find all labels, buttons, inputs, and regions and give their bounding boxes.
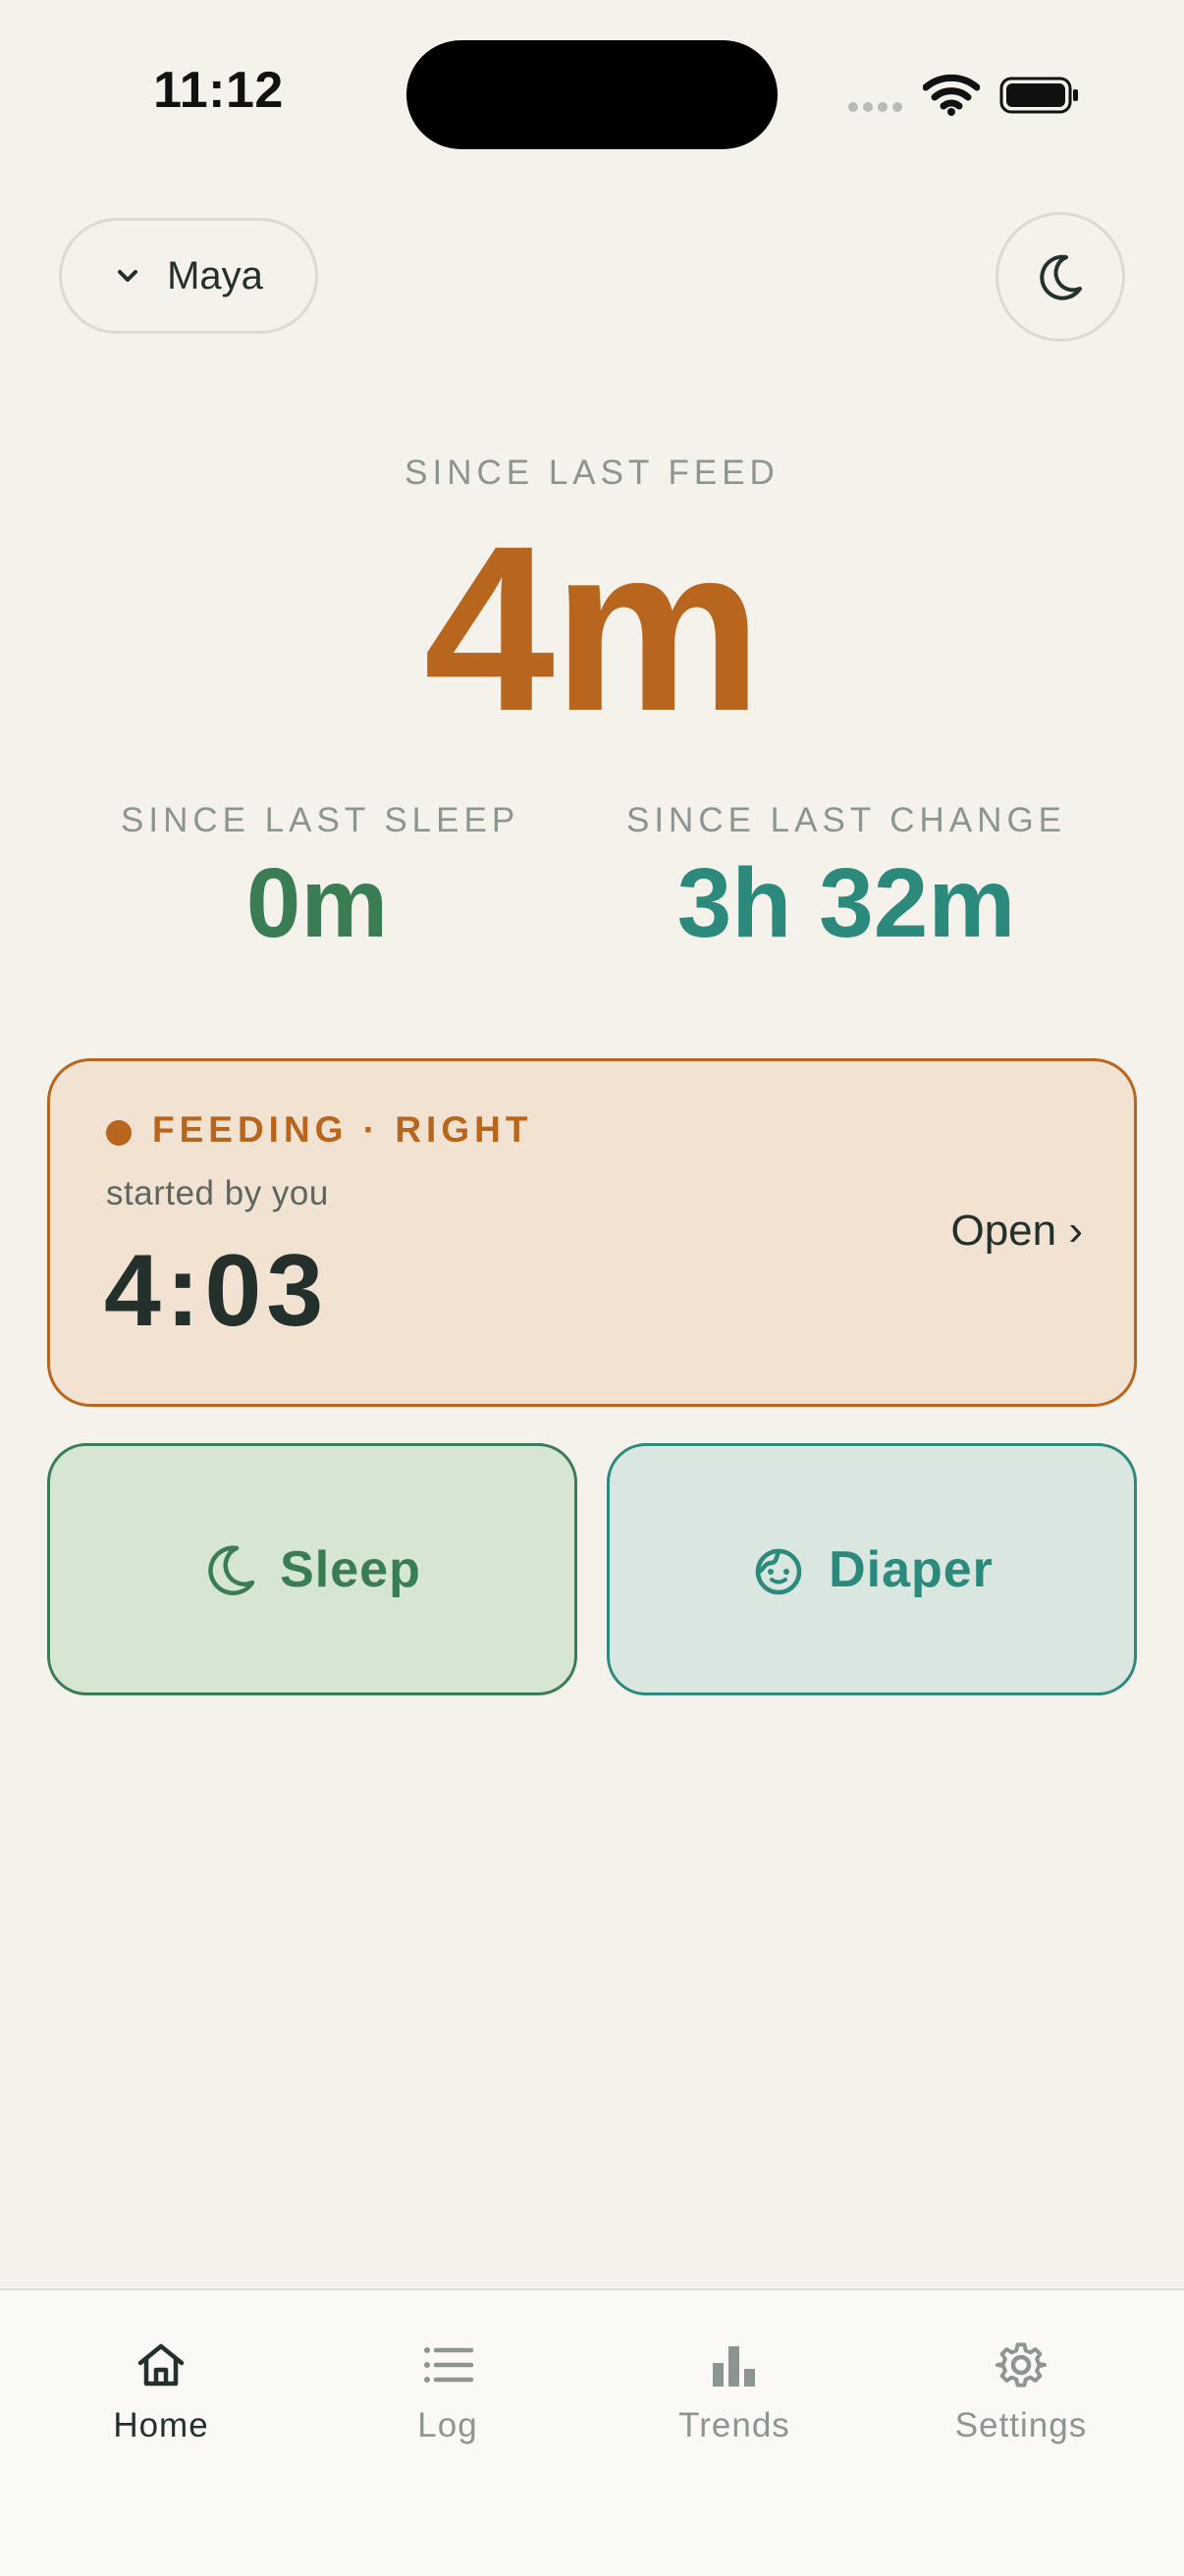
- since-last-change-value: 3h 32m: [676, 848, 1016, 958]
- since-last-sleep-label: SINCE LAST SLEEP: [121, 801, 520, 839]
- baby-selector-button[interactable]: Maya: [59, 218, 318, 334]
- moon-icon: [1040, 254, 1082, 300]
- night-mode-button[interactable]: [996, 212, 1125, 342]
- active-feeding-card[interactable]: FEEDING · RIGHT started by you 4:03 Open…: [47, 1058, 1137, 1407]
- status-time: 11:12: [153, 62, 284, 119]
- feeding-session-title: FEEDING · RIGHT: [152, 1109, 533, 1150]
- cellular-signal-icon: [848, 102, 902, 112]
- baby-face-icon: [755, 1548, 802, 1594]
- since-last-feed-label: SINCE LAST FEED: [404, 454, 780, 492]
- tab-log-label: Log: [417, 2406, 478, 2444]
- log-diaper-button[interactable]: Diaper: [607, 1443, 1137, 1695]
- tab-trends-label: Trends: [678, 2406, 790, 2444]
- open-session-link[interactable]: Open ›: [950, 1207, 1083, 1256]
- bar-chart-icon: [713, 2346, 755, 2387]
- tab-settings-label: Settings: [954, 2406, 1088, 2444]
- bottom-tab-bar: Home Log Trends Settings: [0, 2288, 1184, 2576]
- tab-log[interactable]: Log: [304, 2290, 591, 2487]
- baby-name: Maya: [167, 253, 263, 297]
- tab-settings[interactable]: Settings: [878, 2290, 1164, 2487]
- feeding-session-subtitle: started by you: [106, 1174, 329, 1212]
- sleep-button-label: Sleep: [280, 1540, 421, 1598]
- tab-trends[interactable]: Trends: [591, 2290, 878, 2487]
- recording-dot-icon: [106, 1120, 132, 1146]
- list-icon: [424, 2347, 474, 2383]
- wifi-icon: [923, 74, 980, 116]
- gear-icon: [995, 2342, 1048, 2388]
- battery-icon: [999, 77, 1078, 114]
- since-last-feed-value: 4m: [423, 497, 763, 760]
- tab-home[interactable]: Home: [18, 2290, 304, 2487]
- start-sleep-button[interactable]: Sleep: [47, 1443, 577, 1695]
- moon-icon: [208, 1544, 255, 1595]
- tab-home-label: Home: [113, 2406, 209, 2444]
- chevron-down-icon: [118, 270, 138, 282]
- diaper-button-label: Diaper: [829, 1540, 994, 1598]
- since-last-sleep-value: 0m: [245, 848, 389, 958]
- feeding-timer: 4:03: [104, 1234, 329, 1348]
- home-icon: [137, 2343, 185, 2387]
- dynamic-island: [406, 40, 778, 149]
- since-last-change-label: SINCE LAST CHANGE: [625, 801, 1067, 839]
